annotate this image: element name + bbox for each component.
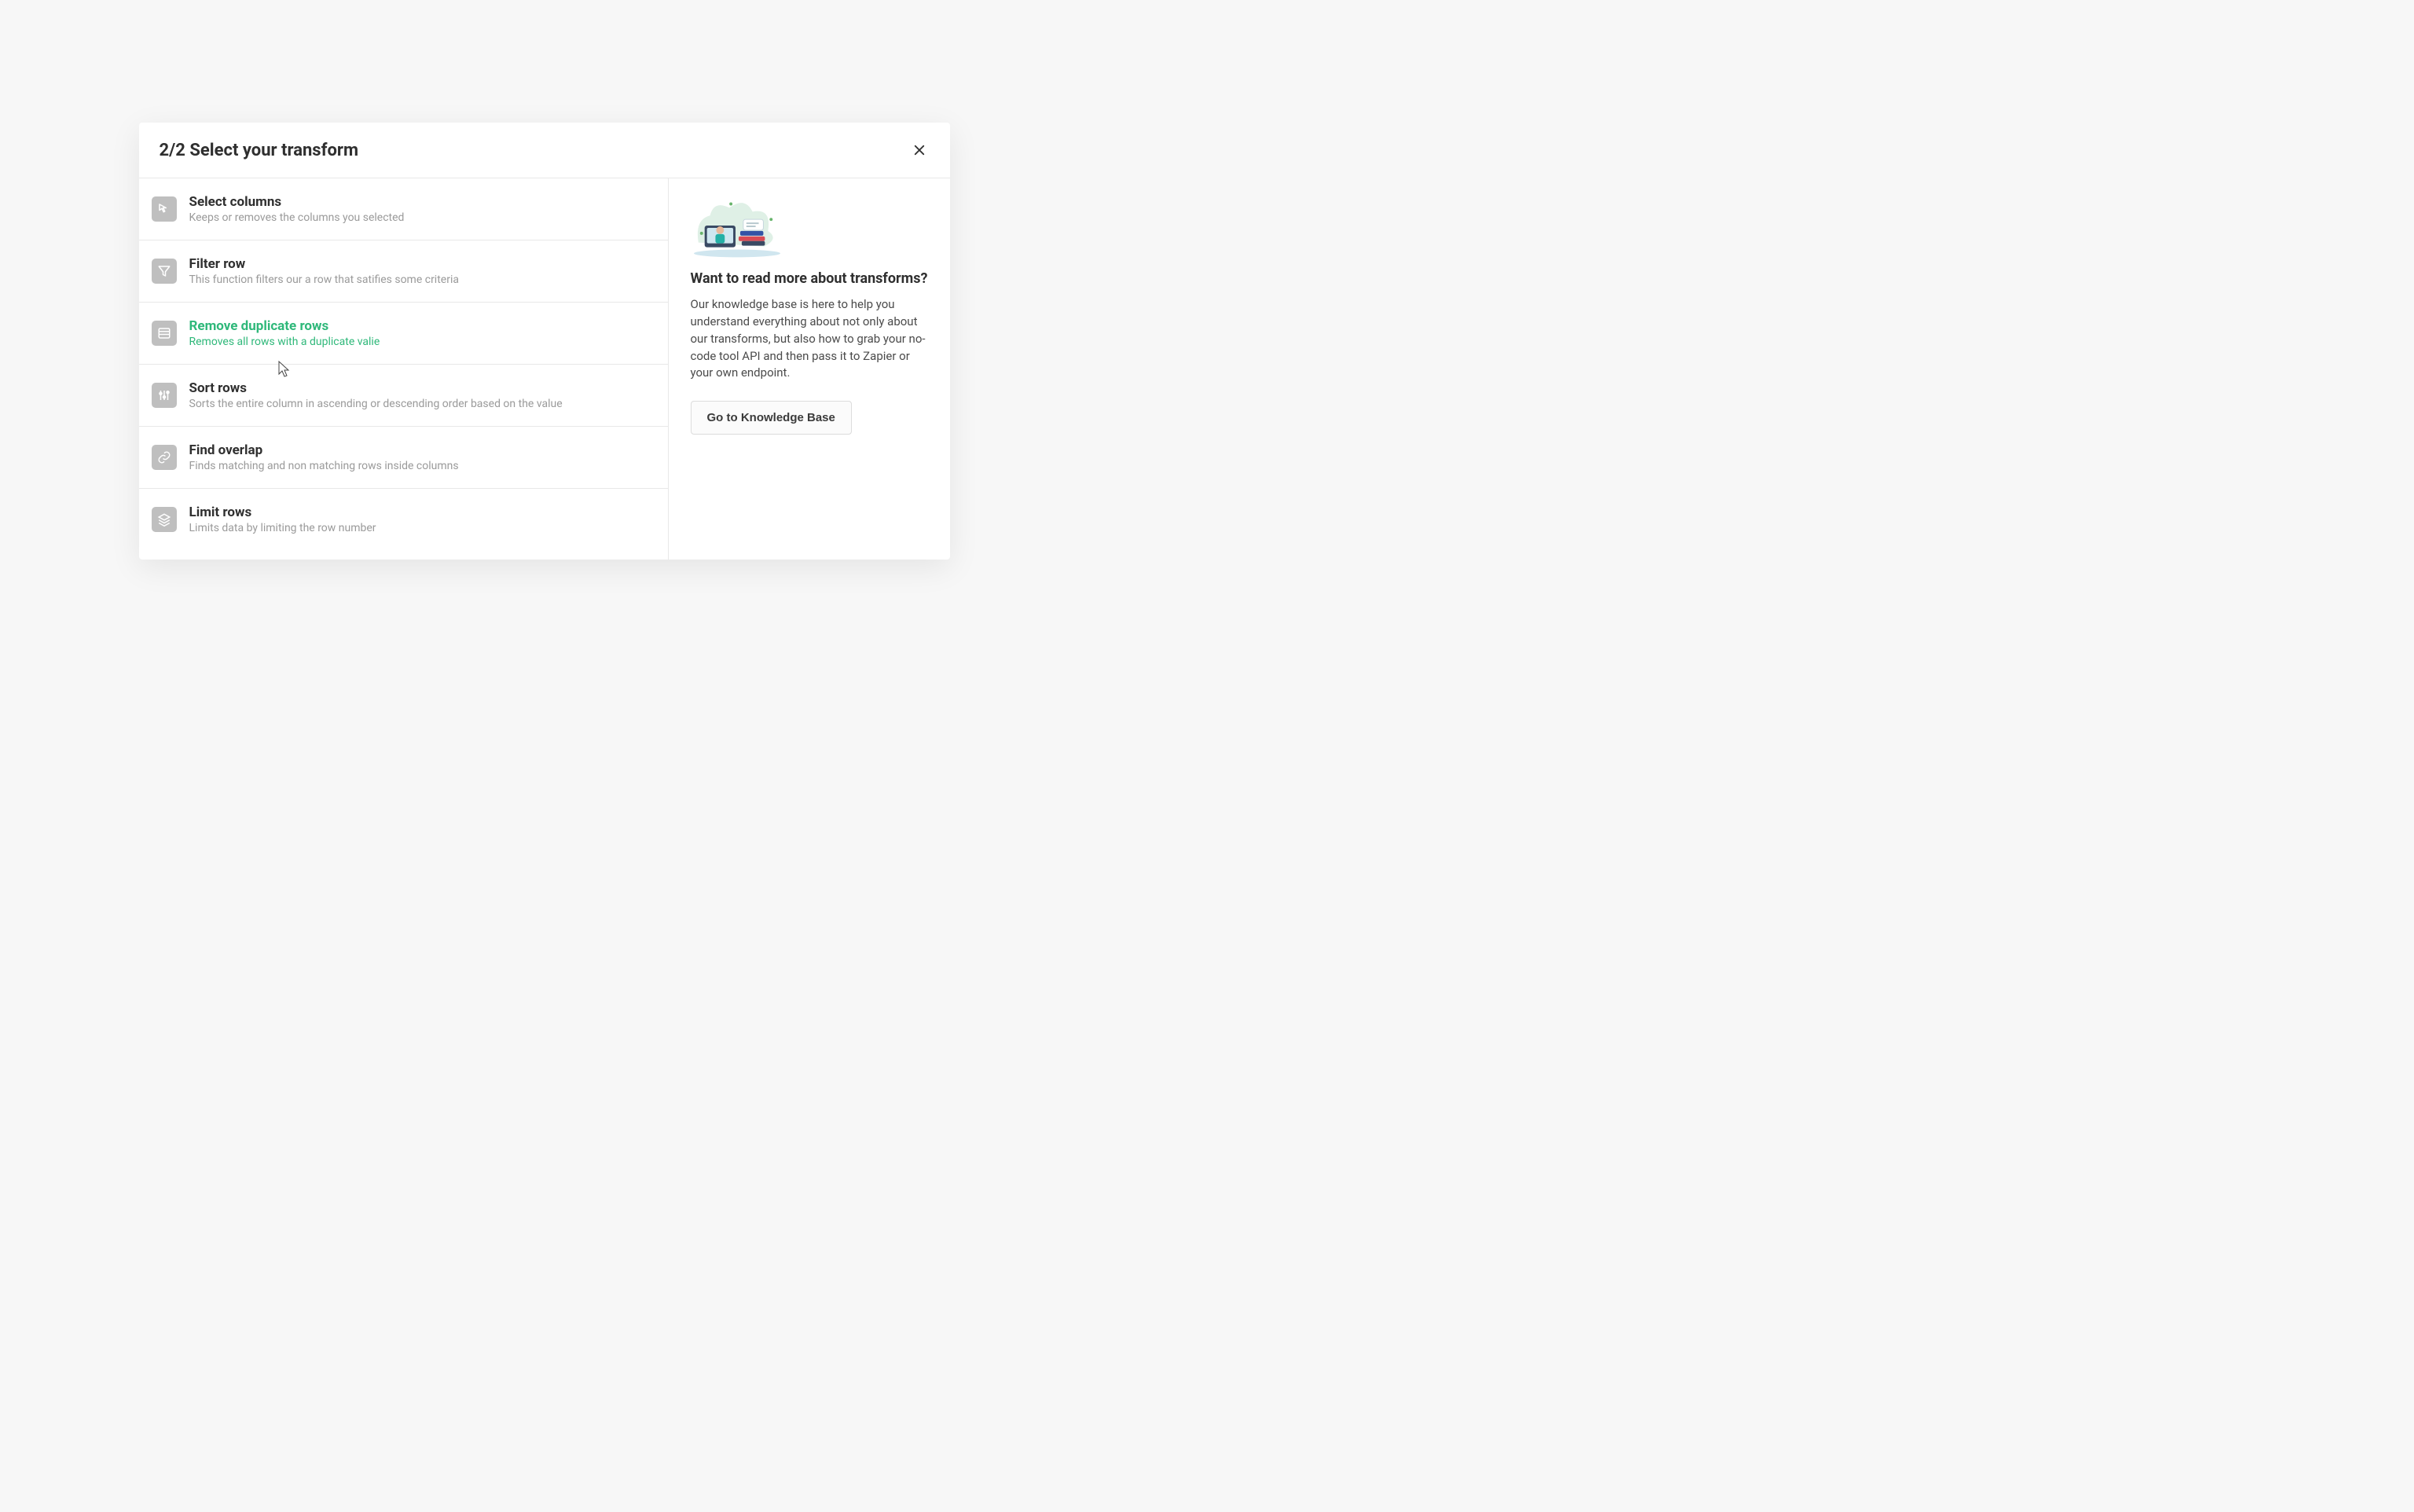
- modal-body: Select columns Keeps or removes the colu…: [139, 178, 950, 560]
- transform-list: Select columns Keeps or removes the colu…: [139, 178, 669, 560]
- info-body: Our knowledge base is here to help you u…: [691, 296, 928, 382]
- transform-title: Select columns: [189, 194, 405, 210]
- transform-desc: Removes all rows with a duplicate valie: [189, 336, 380, 348]
- transform-find-overlap[interactable]: Find overlap Finds matching and non matc…: [139, 427, 668, 489]
- layers-icon: [152, 507, 177, 532]
- close-button[interactable]: [909, 140, 930, 160]
- transform-filter-row[interactable]: Filter row This function filters our a r…: [139, 240, 668, 303]
- transform-title: Find overlap: [189, 442, 459, 458]
- link-icon: [152, 445, 177, 470]
- transform-desc: This function filters our a row that sat…: [189, 273, 459, 286]
- transform-title: Remove duplicate rows: [189, 318, 380, 334]
- transform-title: Sort rows: [189, 380, 563, 396]
- transform-title: Filter row: [189, 256, 459, 272]
- transform-sort-rows[interactable]: Sort rows Sorts the entire column in asc…: [139, 365, 668, 427]
- transform-desc: Finds matching and non matching rows ins…: [189, 460, 459, 472]
- transform-select-columns[interactable]: Select columns Keeps or removes the colu…: [139, 178, 668, 240]
- transform-limit-rows[interactable]: Limit rows Limits data by limiting the r…: [139, 489, 668, 560]
- info-panel: Want to read more about transforms? Our …: [669, 178, 950, 560]
- select-transform-modal: 2/2 Select your transform Select columns…: [139, 123, 950, 560]
- cursor-click-icon: [152, 196, 177, 222]
- info-title: Want to read more about transforms?: [691, 270, 928, 288]
- rows-icon: [152, 321, 177, 346]
- transform-desc: Limits data by limiting the row number: [189, 522, 376, 534]
- filter-icon: [152, 259, 177, 284]
- go-to-knowledge-base-button[interactable]: Go to Knowledge Base: [691, 401, 852, 435]
- transform-desc: Sorts the entire column in ascending or …: [189, 398, 563, 410]
- transform-desc: Keeps or removes the columns you selecte…: [189, 211, 405, 224]
- sliders-icon: [152, 383, 177, 408]
- modal-title: 2/2 Select your transform: [160, 141, 359, 160]
- transform-remove-duplicate-rows[interactable]: Remove duplicate rows Removes all rows w…: [139, 303, 668, 365]
- transform-title: Limit rows: [189, 505, 376, 520]
- knowledge-illustration: [691, 196, 783, 259]
- close-icon: [912, 143, 926, 157]
- modal-header: 2/2 Select your transform: [139, 123, 950, 178]
